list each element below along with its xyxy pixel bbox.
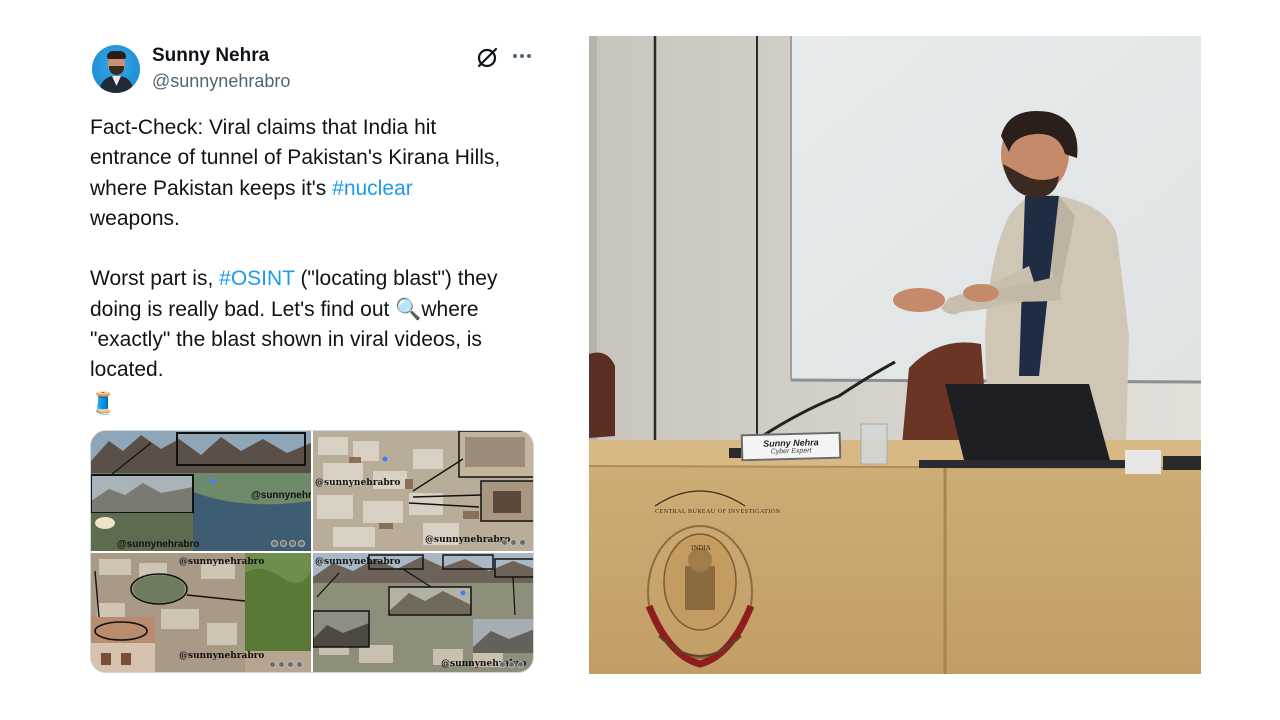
hashtag-nuclear-link[interactable]: #nuclear: [332, 177, 413, 200]
map-controls-icon: [271, 540, 305, 547]
tweet-media-grid: @sunnynehra @sunnynehrabro @sunnynehrabr…: [90, 430, 534, 673]
magnifier-emoji-icon: 🔍: [395, 297, 422, 321]
tweet-text-segment: where: [421, 297, 479, 321]
tweet-text-segment: Fact-Check: Viral claims that India hit: [90, 116, 437, 139]
grok-icon[interactable]: [475, 46, 499, 70]
media-image-4[interactable]: @sunnynehrabro @sunnynehrabro: [313, 553, 533, 672]
watermark-text: @sunnynehrabro: [425, 535, 511, 545]
map-controls-icon: [269, 661, 303, 668]
thread-emoji-icon: 🧵: [90, 391, 117, 415]
avatar-beard: [109, 66, 124, 75]
avatar-hair: [107, 51, 126, 59]
author-avatar[interactable]: [92, 45, 140, 93]
tweet-text-segment: Worst part is,: [90, 267, 220, 291]
media-image-2[interactable]: @sunnynehrabro @sunnynehrabro: [313, 431, 533, 551]
tweet-card: Sunny Nehra @sunnynehrabro Fact-Check: V…: [90, 40, 535, 673]
speaker-photo[interactable]: Sunny Nehra Cyber Expert CENTRAL BUREAU …: [589, 36, 1201, 674]
nameplate-role: Cyber Expert: [770, 447, 812, 456]
watermark-text: @sunnynehrabro: [179, 557, 265, 567]
nameplate: Sunny Nehra Cyber Expert: [740, 431, 842, 462]
tweet-text-segment: entrance of tunnel of Pakistan's Kirana …: [90, 146, 501, 170]
hashtag-osint-link[interactable]: #OSINT: [219, 267, 294, 290]
author-name[interactable]: Sunny Nehra: [152, 45, 269, 67]
tweet-line: weapons.: [90, 204, 535, 234]
watermark-text: @sunnynehrabro: [179, 651, 265, 661]
emblem-text: CENTRAL BUREAU OF INVESTIGATION: [655, 509, 781, 515]
watermark-text: @sunnynehrabro: [117, 539, 200, 550]
tweet-line: located.: [90, 355, 535, 385]
tweet-text-segment: doing is really bad. Let's find out: [90, 297, 396, 321]
more-options-icon[interactable]: [510, 44, 534, 68]
tweet-header: Sunny Nehra @sunnynehrabro: [90, 40, 535, 96]
tweet-line: where Pakistan keeps it's #nuclear: [90, 174, 535, 204]
map-controls-icon: [499, 661, 524, 668]
tweet-text-segment: where Pakistan keeps it's: [90, 176, 333, 200]
tweet-text-segment: located.: [90, 358, 164, 382]
watermark-text: @sunnynehrabro: [315, 557, 401, 567]
tweet-line: Fact-Check: Viral claims that India hit: [90, 113, 535, 143]
watermark-text: @sunnynehrabro: [315, 478, 401, 488]
tweet-line: Worst part is, #OSINT ("locating blast")…: [90, 264, 535, 294]
media-image-1[interactable]: @sunnynehra @sunnynehrabro: [91, 431, 311, 551]
tweet-line: entrance of tunnel of Pakistan's Kirana …: [90, 143, 535, 173]
rooftop-aerial-graphic: [313, 431, 533, 551]
tweet-text-segment: ("locating blast") they: [294, 267, 498, 291]
tweet-text-segment: weapons.: [90, 206, 180, 230]
emblem-text: INDIA: [691, 544, 711, 552]
tweet-line: doing is really bad. Let's find out 🔍whe…: [90, 295, 535, 325]
tweet-line: "exactly" the blast shown in viral video…: [90, 325, 535, 355]
author-handle[interactable]: @sunnynehrabro: [152, 71, 290, 92]
tweet-text-segment: "exactly" the blast shown in viral video…: [90, 328, 482, 352]
media-image-3[interactable]: @sunnynehrabro @sunnynehrabro: [91, 553, 311, 672]
tweet-line: 🧵: [90, 386, 535, 416]
hills-village-collage-graphic: [313, 553, 533, 672]
seminar-scene-graphic: [589, 36, 1201, 674]
watermark-text: @sunnynehra: [251, 490, 311, 501]
tweet-text: Fact-Check: Viral claims that India hit …: [90, 113, 535, 416]
map-controls-icon: [501, 539, 526, 546]
